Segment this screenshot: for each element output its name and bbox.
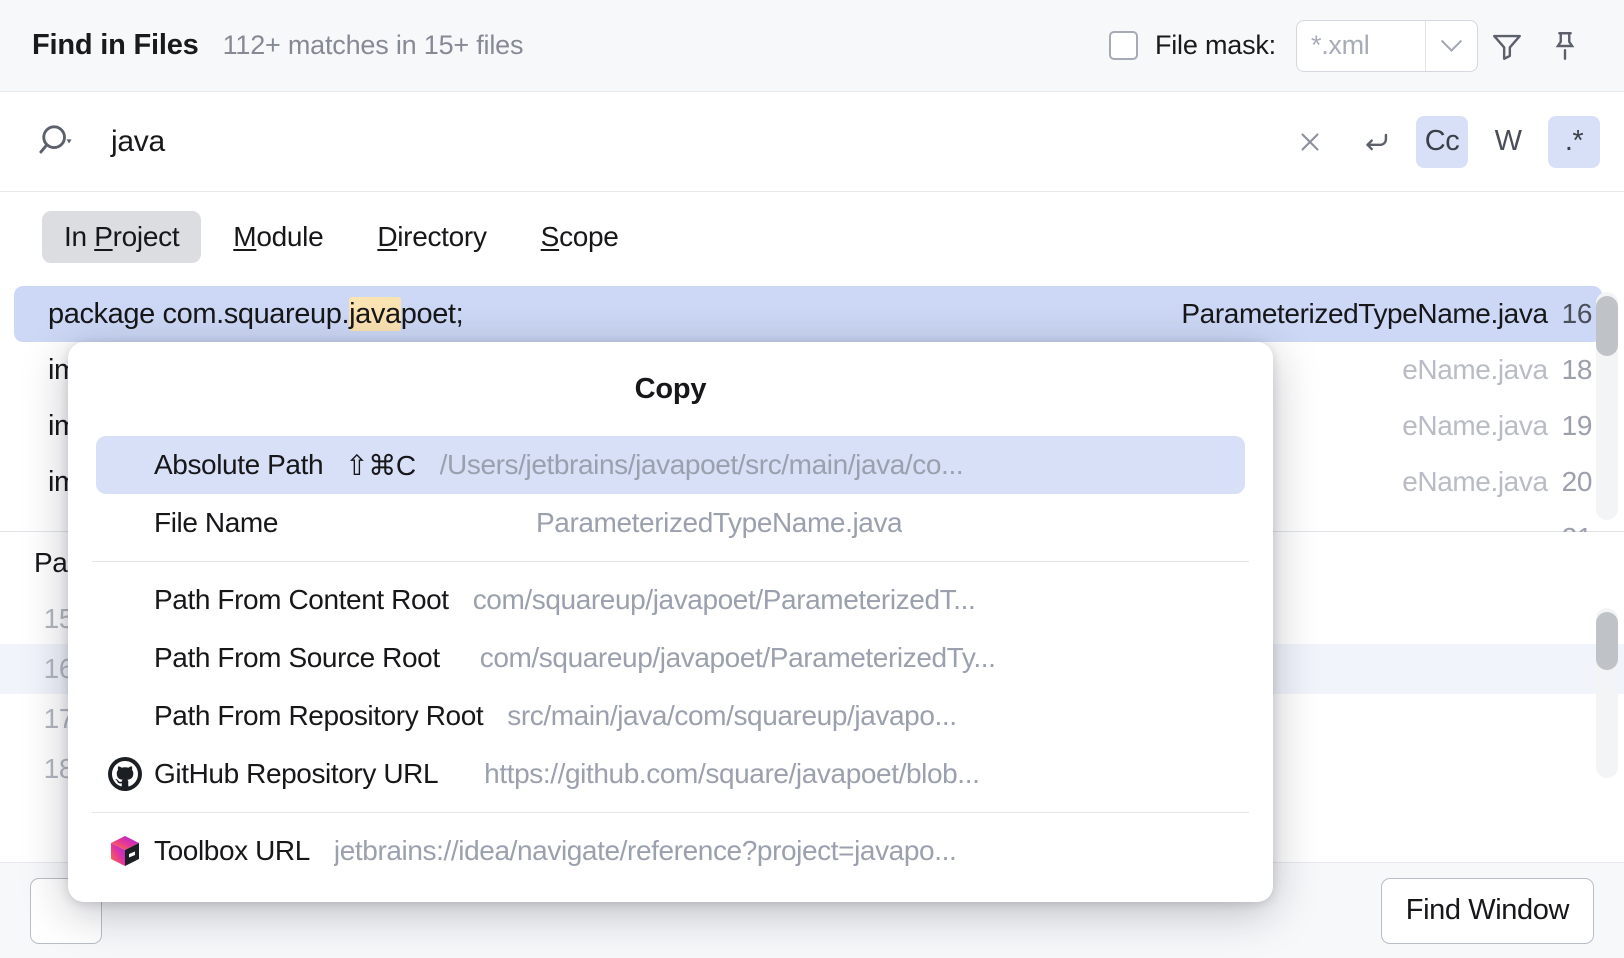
match-count-label: 112+ matches in 15+ files xyxy=(222,30,524,60)
menu-separator xyxy=(92,812,1249,813)
copy-popup-title: Copy xyxy=(634,372,707,405)
menu-item-value: com/squareup/javapoet/ParameterizedT... xyxy=(472,584,976,615)
results-scrollbar-thumb[interactable] xyxy=(1596,296,1618,356)
result-file-name: ParameterizedTypeName.java xyxy=(1181,298,1548,329)
menu-item-value: src/main/java/com/squareup/javapo... xyxy=(507,700,957,731)
result-file-name: eName.java xyxy=(1402,466,1548,497)
menu-item-value: com/squareup/javapoet/ParameterizedTy... xyxy=(479,642,996,673)
chevron-down-icon[interactable] xyxy=(1425,20,1477,71)
toolbox-icon xyxy=(96,834,154,868)
menu-item-github-repository-url[interactable]: GitHub Repository URL https://github.com… xyxy=(96,745,1245,803)
menu-item-label: Path From Content Root xyxy=(154,584,449,615)
menu-item-label: Absolute Path xyxy=(154,449,324,480)
menu-separator xyxy=(92,561,1249,562)
search-input[interactable]: java xyxy=(111,125,165,159)
result-line-number: 16 xyxy=(1561,298,1593,329)
result-file-name: eName.java xyxy=(1402,354,1548,385)
menu-item-path-from-source-root[interactable]: Path From Source Root com/squareup/javap… xyxy=(96,629,1245,687)
result-location: eName.java 19 xyxy=(1402,410,1592,442)
menu-item-absolute-path[interactable]: Absolute Path ⇧⌘C /Users/jetbrains/javap… xyxy=(96,436,1245,494)
result-line-number: 18 xyxy=(1561,354,1593,385)
menu-item-label: Toolbox URL xyxy=(154,835,310,866)
tab-in-project[interactable]: In Project xyxy=(42,211,202,263)
result-location: eName.java 20 xyxy=(1402,466,1592,498)
preview-scrollbar-thumb[interactable] xyxy=(1596,612,1618,670)
scope-tabs: In Project Module Directory Scope xyxy=(0,192,1624,282)
copy-popup: Copy Absolute Path ⇧⌘C /Users/jetbrains/… xyxy=(68,342,1273,902)
menu-item-shortcut: ⇧⌘C xyxy=(345,449,416,481)
menu-item-label: Path From Repository Root xyxy=(154,700,484,731)
open-in-find-window-button[interactable]: Find Window xyxy=(1380,877,1594,944)
menu-item-path-from-content-root[interactable]: Path From Content Root com/squareup/java… xyxy=(96,571,1245,629)
search-actions: Cc W .* xyxy=(1284,115,1600,168)
menu-item-label: GitHub Repository URL xyxy=(154,758,439,789)
tab-module[interactable]: Module xyxy=(211,211,345,263)
words-toggle[interactable]: W xyxy=(1482,116,1534,168)
menu-item-label: File Name xyxy=(154,507,278,538)
menu-item-value: https://github.com/square/javapoet/blob.… xyxy=(484,758,980,789)
header-controls: File mask: *.xml xyxy=(1108,17,1594,75)
menu-item-path-from-repository-root[interactable]: Path From Repository Root src/main/java/… xyxy=(96,687,1245,745)
search-row: java Cc W .* xyxy=(0,92,1624,192)
page-title: Find in Files xyxy=(32,29,199,61)
result-line-number: 19 xyxy=(1561,410,1593,441)
menu-item-value: jetbrains://idea/navigate/reference?proj… xyxy=(333,835,957,866)
menu-item-file-name[interactable]: File Name ParameterizedTypeName.java xyxy=(96,494,1245,552)
file-mask-input[interactable]: *.xml xyxy=(1297,21,1425,71)
table-row[interactable]: package com.squareup.javapoet; Parameter… xyxy=(14,286,1602,342)
result-file-name: eName.java xyxy=(1402,410,1548,441)
menu-item-value: ParameterizedTypeName.java xyxy=(536,507,903,538)
filter-icon[interactable] xyxy=(1478,17,1536,75)
pin-icon[interactable] xyxy=(1536,17,1594,75)
menu-item-toolbox-url[interactable]: Toolbox URL jetbrains://idea/navigate/re… xyxy=(96,822,1245,880)
menu-item-label: Path From Source Root xyxy=(154,642,440,673)
dialog-header: Find in Files 112+ matches in 15+ files … xyxy=(0,0,1624,92)
result-location: ParameterizedTypeName.java 16 xyxy=(1181,298,1592,330)
new-line-icon[interactable] xyxy=(1350,116,1402,168)
file-mask-checkbox[interactable] xyxy=(1108,31,1138,60)
menu-item-value: /Users/jetbrains/javapoet/src/main/java/… xyxy=(439,449,964,480)
file-mask-label: File mask: xyxy=(1154,30,1276,60)
file-mask-combobox[interactable]: *.xml xyxy=(1296,19,1478,72)
tab-scope[interactable]: Scope xyxy=(519,211,641,263)
close-icon[interactable] xyxy=(1284,116,1336,168)
search-icon[interactable] xyxy=(34,119,80,165)
result-location: eName.java 18 xyxy=(1402,354,1592,386)
result-line-number: 20 xyxy=(1561,466,1593,497)
tab-directory[interactable]: Directory xyxy=(355,211,508,263)
result-code: package com.squareup.javapoet; xyxy=(48,296,464,331)
regex-toggle[interactable]: .* xyxy=(1548,115,1600,168)
github-icon xyxy=(96,757,154,791)
match-case-toggle[interactable]: Cc xyxy=(1416,115,1468,168)
